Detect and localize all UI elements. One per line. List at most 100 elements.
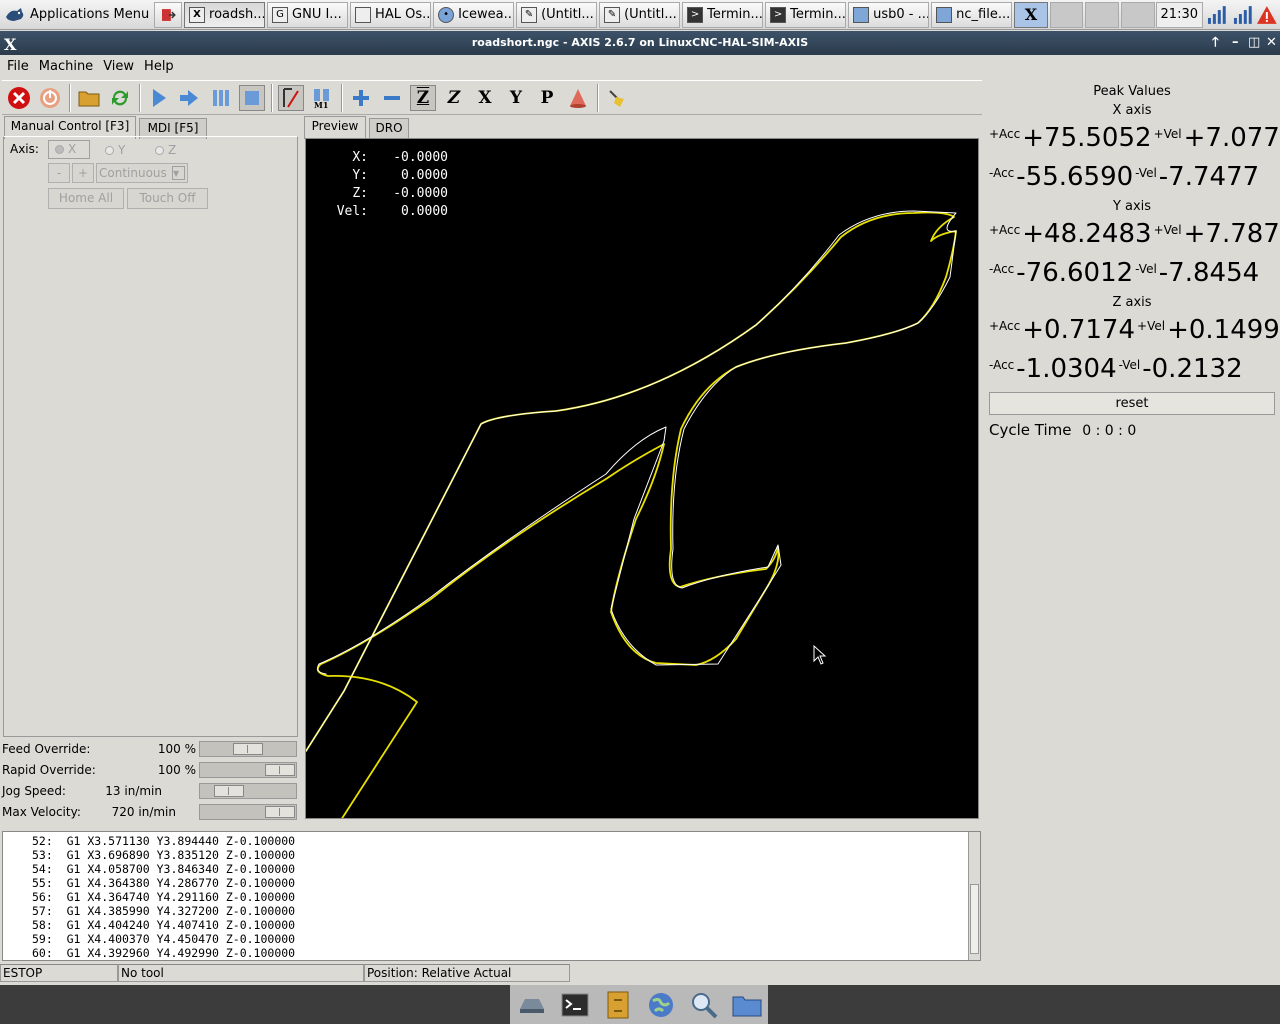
axis-y-radio[interactable]: Y (105, 142, 125, 158)
terminal-launcher[interactable] (560, 990, 590, 1020)
minus-icon (384, 95, 400, 100)
open-file-button[interactable] (76, 85, 102, 111)
window-icon (355, 6, 372, 23)
toolbar-separator (69, 83, 71, 112)
stop-button[interactable] (239, 84, 265, 111)
power-button[interactable] (37, 85, 63, 111)
home-all-button[interactable]: Home All (48, 188, 124, 209)
menu-machine[interactable]: Machine (34, 59, 98, 74)
logout-button[interactable] (154, 1, 183, 28)
menu-help[interactable]: Help (139, 59, 179, 74)
workspace-4[interactable] (1120, 1, 1155, 28)
scrollbar-thumb[interactable] (970, 884, 979, 954)
jog-speed-slider[interactable] (199, 783, 297, 799)
toolpath-preview[interactable]: X: -0.0000 Y: 0.0000 Z: -0.0000 Vel: 0.0000 (305, 138, 979, 819)
neg-acc-label: -Acc (989, 166, 1015, 180)
task-gimp[interactable]: G GNU I... (267, 1, 349, 28)
task-untitled-2[interactable]: ✎ (Untitl... (599, 1, 681, 28)
gcode-line[interactable]: 59: G1 X4.400370 Y4.450470 Z-0.100000 (3, 932, 980, 946)
pause-button[interactable] (208, 85, 234, 111)
task-iceweasel[interactable]: • Icewea... (433, 1, 515, 28)
task-roadshort[interactable]: Xroadsh... (184, 1, 266, 28)
menu-file[interactable]: File (2, 59, 34, 74)
reset-button[interactable]: reset (989, 392, 1275, 415)
rapid-override-slider[interactable] (199, 762, 297, 778)
task-terminal-1[interactable]: > Termin... (682, 1, 764, 28)
maximize-button[interactable]: ◫ (1248, 31, 1260, 55)
z-neg-vel-value: -0.2132 (1142, 354, 1243, 384)
zoom-in-button[interactable] (348, 85, 374, 111)
gcode-line[interactable]: 57: G1 X4.385990 Y4.327200 Z-0.100000 (3, 904, 980, 918)
gcode-line[interactable]: 54: G1 X4.058700 Y3.846340 Z-0.100000 (3, 862, 980, 876)
close-window-button[interactable]: ✕ (1266, 31, 1277, 55)
neg-vel-label: -Vel (1118, 358, 1141, 372)
search-launcher[interactable] (689, 990, 719, 1020)
feed-override-slider[interactable] (199, 741, 297, 757)
optional-stop-button[interactable]: M1 (309, 85, 335, 111)
pos-vel-label: +Vel (1153, 223, 1182, 237)
task-nc-files[interactable]: nc_file... (931, 1, 1013, 28)
slider-thumb[interactable] (265, 806, 295, 818)
task-usb0[interactable]: usb0 - ... (848, 1, 930, 28)
tab-preview[interactable]: Preview (304, 116, 366, 139)
clear-plot-button[interactable] (604, 85, 630, 111)
status-position-mode: Position: Relative Actual (364, 964, 570, 982)
step-button[interactable] (177, 85, 203, 111)
workspace-2[interactable] (1049, 1, 1084, 28)
warning-icon[interactable] (1256, 4, 1278, 26)
task-untitled-1[interactable]: ✎ (Untitl... (516, 1, 598, 28)
jog-speed-value: 13 in/min (105, 784, 162, 798)
applications-menu-button[interactable]: Applications Menu (0, 1, 153, 29)
axis-z-radio[interactable]: Z (155, 142, 176, 158)
task-hal-oscope[interactable]: HAL Os... (350, 1, 432, 28)
show-desktop-launcher[interactable] (517, 990, 547, 1020)
max-velocity-slider[interactable] (199, 804, 297, 820)
folder-launcher[interactable] (732, 990, 762, 1020)
slider-thumb[interactable] (265, 764, 295, 776)
task-terminal-2[interactable]: > Termin... (765, 1, 847, 28)
gcode-line[interactable]: 53: G1 X3.696890 Y3.835120 Z-0.100000 (3, 848, 980, 862)
gcode-line[interactable]: 60: G1 X4.392960 Y4.492990 Z-0.100000 (3, 946, 980, 960)
gcode-listing[interactable]: 52: G1 X3.571130 Y3.894440 Z-0.100000 53… (2, 831, 981, 961)
view-y-button[interactable]: Y (503, 85, 529, 111)
gcode-line[interactable]: 52: G1 X3.571130 Y3.894440 Z-0.100000 (3, 834, 980, 848)
window-title: roadshort.ngc - AXIS 2.6.7 on LinuxCNC-H… (471, 36, 809, 49)
view-p-button[interactable]: P (534, 85, 560, 111)
rotate-view-button[interactable] (565, 85, 591, 111)
workspace-3[interactable] (1085, 1, 1119, 28)
shade-button[interactable]: 🡑 (1212, 31, 1219, 55)
axis-x-radio[interactable]: X (48, 140, 90, 159)
view-x-button[interactable]: X (472, 85, 498, 111)
chevron-down-icon: ▼ (172, 166, 185, 180)
x-pos-vel-value: +7.0778 (1183, 123, 1280, 153)
web-browser-launcher[interactable] (646, 990, 676, 1020)
gcode-line[interactable]: 58: G1 X4.404240 Y4.407410 Z-0.100000 (3, 918, 980, 932)
run-button[interactable] (146, 85, 172, 111)
slider-thumb[interactable] (233, 743, 263, 755)
gcode-line[interactable]: 56: G1 X4.364740 Y4.291160 Z-0.100000 (3, 890, 980, 904)
zoom-out-button[interactable] (379, 85, 405, 111)
gcode-line[interactable]: 55: G1 X4.364380 Y4.286770 Z-0.100000 (3, 876, 980, 890)
touch-off-button[interactable]: Touch Off (127, 188, 208, 209)
estop-button[interactable] (6, 85, 32, 111)
jog-minus-button[interactable]: - (48, 163, 70, 183)
pos-acc-label: +Acc (989, 319, 1021, 333)
jog-plus-button[interactable]: + (72, 163, 94, 183)
reload-button[interactable] (107, 85, 133, 111)
file-manager-launcher[interactable] (603, 990, 633, 1020)
view-z-button[interactable]: Z (410, 84, 436, 111)
dro-z-row: Z: -0.0000 (328, 185, 448, 203)
slider-thumb[interactable] (213, 785, 244, 797)
tab-dro[interactable]: DRO (369, 118, 409, 139)
view-z2-button[interactable]: Z (441, 85, 467, 111)
gcode-scrollbar[interactable] (968, 832, 980, 960)
menu-view[interactable]: View (98, 59, 139, 74)
y-negative-row: -Acc -76.6012 -Vel -7.8454 (989, 258, 1261, 288)
workspace-1[interactable]: X (1014, 1, 1048, 28)
folder-icon (936, 6, 953, 23)
block-delete-button[interactable] (278, 84, 304, 111)
jog-increment-select[interactable]: Continuous ▼ (96, 163, 188, 183)
pos-acc-label: +Acc (989, 127, 1021, 141)
power-icon (40, 87, 60, 108)
minimize-button[interactable]: – (1232, 31, 1239, 55)
